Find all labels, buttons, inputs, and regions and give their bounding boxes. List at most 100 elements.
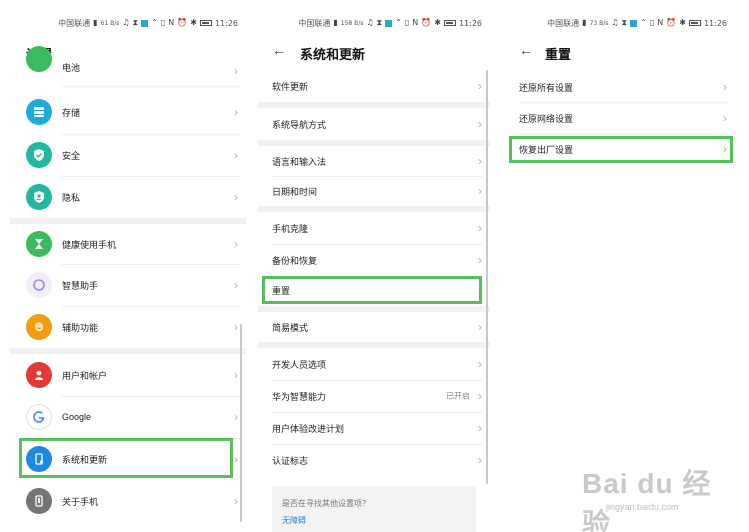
battery-status-icon (443, 20, 456, 26)
chevron-right-icon: › (234, 237, 238, 251)
chevron-right-icon: › (478, 357, 482, 371)
app-status-icon (385, 19, 393, 27)
signal-icon: ▮ (93, 18, 98, 27)
battery-icon (26, 46, 52, 72)
chevron-right-icon: › (478, 421, 482, 435)
settings-item-smart-assistant[interactable]: 智慧助手 › (10, 264, 246, 306)
menu-item-label: 还原所有设置 (519, 82, 574, 93)
menu-item-user-experience[interactable]: 用户体验改进计划 › (258, 412, 490, 444)
menu-item-label: 备份和恢复 (272, 255, 318, 266)
suggestion-card: 是否在寻找其他设置项？ 无障碍 (272, 486, 476, 532)
highlight-box (19, 438, 233, 478)
suggestion-link[interactable]: 无障碍 (282, 515, 306, 526)
chevron-right-icon: › (234, 410, 238, 424)
settings-item-about-phone[interactable]: 关于手机 › (10, 480, 246, 522)
menu-item-label: 系统导航方式 (272, 119, 327, 130)
menu-item-certification[interactable]: 认证标志 › (258, 444, 490, 476)
chevron-right-icon: › (723, 111, 727, 125)
signal-icon: ▮ (333, 18, 338, 27)
highlight-box (262, 276, 482, 304)
settings-item-digital-balance[interactable]: 健康使用手机 › (10, 224, 246, 264)
menu-item-reset-network[interactable]: 还原网络设置 › (507, 102, 735, 134)
menu-item-navigation[interactable]: 系统导航方式 › (258, 108, 490, 140)
menu-item-simple-mode[interactable]: 简易模式 › (258, 312, 490, 342)
user-icon (26, 362, 52, 388)
google-icon (26, 404, 52, 430)
settings-item-privacy[interactable]: 隐私 › (10, 176, 246, 218)
clock: 11:26 (703, 18, 727, 28)
settings-item-users[interactable]: 用户和帐户 › (10, 354, 246, 396)
chevron-right-icon: › (478, 117, 482, 131)
chevron-right-icon: › (234, 148, 238, 162)
vibrate-icon: ▯ (649, 18, 655, 27)
nfc-icon: N (168, 18, 175, 27)
assistant-icon (26, 272, 52, 298)
settings-screen: 中国联通 ▮ 61 B/s ♫ ⧗ ⌃ ▯ N ⏰ ✱ 11:26 设置 电池 … (10, 0, 246, 532)
scrollbar[interactable] (240, 324, 242, 522)
clock: 11:26 (214, 18, 238, 28)
status-value: 已开启 (446, 391, 470, 401)
menu-item-developer-options[interactable]: 开发人员选项 › (258, 348, 490, 380)
hourglass-icon (26, 231, 52, 257)
menu-item-label: 开发人员选项 (272, 359, 327, 370)
menu-item-date-time[interactable]: 日期和时间 › (258, 176, 490, 206)
chevron-right-icon: › (478, 389, 482, 403)
settings-item-label: 安全 (62, 150, 81, 161)
settings-item-battery[interactable]: 电池 › (10, 46, 246, 80)
carrier-label: 中国联通 (58, 18, 91, 28)
settings-item-storage[interactable]: 存储 › (10, 92, 246, 132)
highlight-box (509, 136, 733, 163)
settings-item-security[interactable]: 安全 › (10, 134, 246, 176)
back-arrow-icon[interactable]: ← (519, 42, 533, 58)
chevron-right-icon: › (723, 80, 727, 94)
nfc-icon: N (657, 18, 664, 27)
menu-item-phone-clone[interactable]: 手机克隆 › (258, 212, 490, 244)
menu-item-huawei-ai[interactable]: 华为智慧能力 已开启 › (258, 380, 490, 412)
music-icon: ♫ (122, 18, 130, 27)
chevron-right-icon: › (234, 368, 238, 382)
settings-item-label: 智慧助手 (62, 280, 99, 291)
menu-item-language-input[interactable]: 语言和输入法 › (258, 146, 490, 176)
back-arrow-icon[interactable]: ← (272, 42, 286, 58)
menu-item-software-update[interactable]: 软件更新 › (258, 70, 490, 102)
menu-item-label: 手机克隆 (272, 223, 309, 234)
signal-icon: ▮ (582, 18, 587, 27)
alarm-icon: ⏰ (421, 18, 432, 27)
page-title: 系统和更新 (300, 47, 366, 62)
settings-item-google[interactable]: Google › (10, 396, 246, 438)
chevron-right-icon: › (478, 154, 482, 168)
settings-item-label: 存储 (62, 107, 81, 118)
settings-item-label: 用户和帐户 (62, 370, 108, 381)
menu-item-label: 日期和时间 (272, 186, 318, 197)
phone-icon (26, 488, 52, 514)
settings-item-label: Google (62, 412, 92, 422)
chevron-right-icon: › (234, 452, 238, 466)
clock: 11:26 (458, 18, 482, 28)
chevron-right-icon: › (234, 494, 238, 508)
menu-item-label: 用户体验改进计划 (272, 423, 345, 434)
arrow-status-icon: ⌃ (640, 18, 647, 27)
status-bar: 中国联通 ▮ 158 B/s ♫ ⧗ ⌃ ▯ N ⏰ ✱ 11:26 (298, 16, 482, 30)
vibrate-icon: ▯ (160, 18, 166, 27)
vibrate-icon: ▯ (404, 18, 410, 27)
scrollbar[interactable] (486, 70, 488, 484)
menu-item-label: 认证标志 (272, 455, 309, 466)
settings-item-label: 辅助功能 (62, 322, 99, 333)
hourglass-status-icon: ⧗ (621, 18, 628, 27)
net-speed: 61 B/s (100, 19, 120, 27)
chevron-right-icon: › (234, 320, 238, 334)
system-update-screen: 中国联通 ▮ 158 B/s ♫ ⧗ ⌃ ▯ N ⏰ ✱ 11:26 ← 系统和… (258, 0, 490, 532)
shield-icon (26, 142, 52, 168)
divider (519, 134, 727, 135)
page-title: 重置 (545, 47, 572, 62)
arrow-status-icon: ⌃ (395, 18, 402, 27)
reset-screen: 中国联通 ▮ 73 B/s ♫ ⧗ ⌃ ▯ N ⏰ ✱ 11:26 ← 重置 还… (507, 0, 735, 532)
settings-item-label: 隐私 (62, 192, 81, 203)
menu-item-backup-restore[interactable]: 备份和恢复 › (258, 244, 490, 276)
settings-item-accessibility[interactable]: 辅助功能 › (10, 306, 246, 348)
menu-item-reset-all-settings[interactable]: 还原所有设置 › (507, 72, 735, 102)
app-status-icon (630, 19, 638, 27)
settings-item-label: 健康使用手机 (62, 239, 117, 250)
chevron-right-icon: › (478, 79, 482, 93)
status-bar: 中国联通 ▮ 61 B/s ♫ ⧗ ⌃ ▯ N ⏰ ✱ 11:26 (58, 16, 238, 30)
